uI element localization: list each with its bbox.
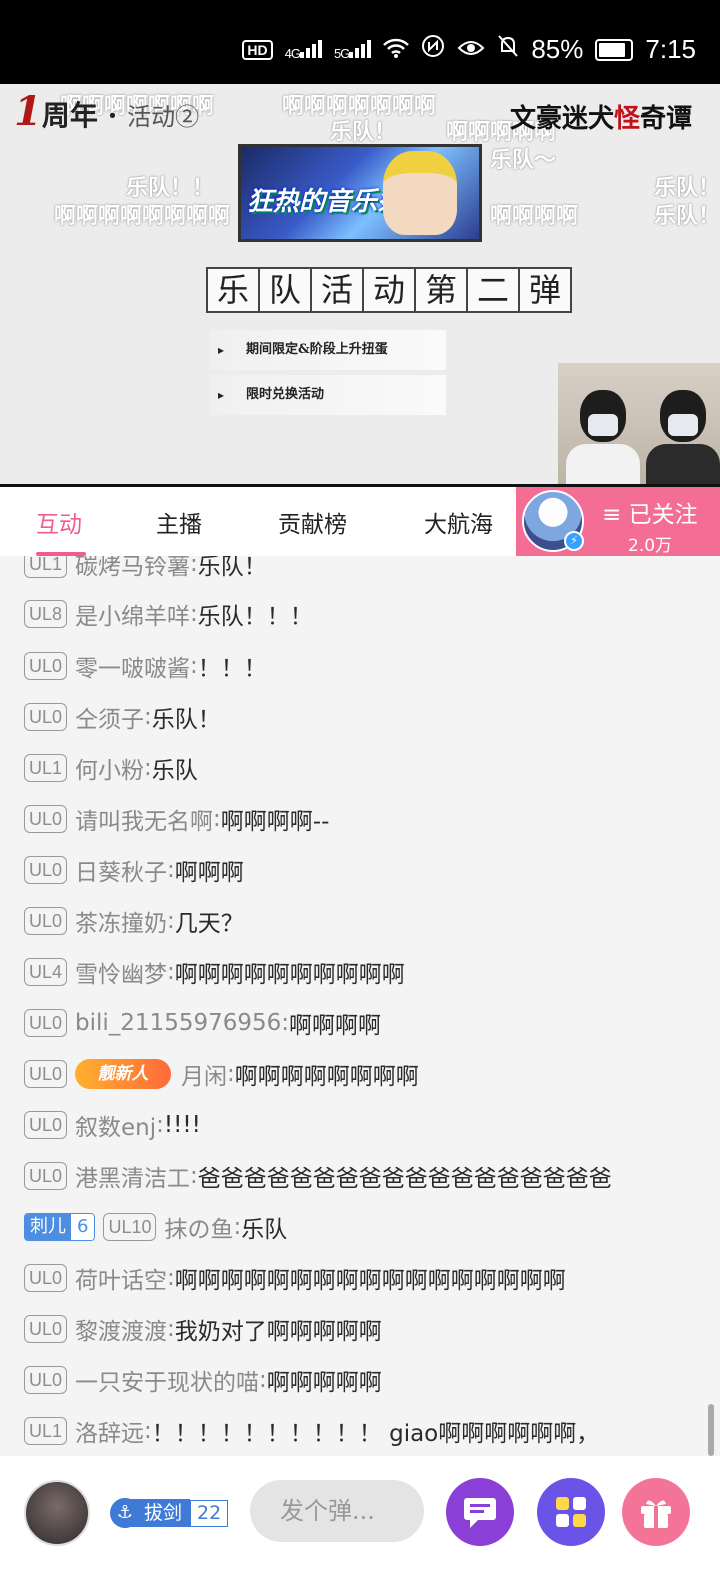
anniversary-logo: 1周年 · 活动②: [14, 88, 200, 135]
mute-icon: [497, 34, 519, 65]
chat-message: UL8 是小绵羊咩: 乐队！！！: [24, 594, 313, 634]
chat-username[interactable]: 雪怜幽梦: [75, 955, 167, 989]
chat-username[interactable]: 茶冻撞奶: [75, 904, 167, 938]
chat-message: UL0 请叫我无名啊: 啊啊啊啊--: [24, 799, 329, 839]
tab-interaction[interactable]: 互动: [36, 505, 82, 539]
chat-username[interactable]: 碳烤马铃薯: [75, 556, 190, 581]
chat-username[interactable]: 仝须子: [75, 700, 144, 734]
streamer-person: [566, 390, 640, 484]
slide-item: 期间限定&阶段上升扭蛋: [210, 330, 446, 370]
chat-username[interactable]: 零一啵啵酱: [75, 649, 190, 683]
chat-message: UL0 仝须子: 乐队！: [24, 697, 221, 737]
live-video-player[interactable]: 啊啊啊啊啊啊啊 啊啊啊啊啊啊啊 乐队！ 啊啊啊啊啊 乐队～ 乐队！！ 啊啊啊啊啊…: [0, 84, 720, 484]
apps-icon: [556, 1497, 586, 1527]
chat-message: UL0 黎渡渡渡: 我奶对了啊啊啊啊啊: [24, 1309, 382, 1349]
chat-scrollbar[interactable]: [708, 1404, 714, 1456]
hd-indicator: HD: [242, 39, 273, 60]
chat-username[interactable]: bili_21155976956: [75, 1010, 281, 1036]
follow-button[interactable]: ⚡ ≡ 已关注 2.0万: [516, 487, 720, 556]
follower-count: 2.0万: [628, 536, 673, 556]
my-fan-medal[interactable]: ⚓ 拔剑 22: [110, 1498, 229, 1528]
clock: 7:15: [645, 34, 696, 64]
chat-message: UL4 雪怜幽梦: 啊啊啊啊啊啊啊啊啊啊: [24, 952, 405, 992]
message-icon: [464, 1498, 496, 1528]
follow-label: ≡ 已关注: [602, 502, 698, 528]
chat-list[interactable]: UL1 碳烤马铃薯: 乐队！ UL8 是小绵羊咩: 乐队！！！ UL0 零一啵啵酱: …: [0, 556, 720, 1456]
chat-message: UL0 日葵秋子: 啊啊啊: [24, 850, 244, 890]
chat-username[interactable]: 日葵秋子: [75, 853, 167, 887]
status-bar: HD 4G 5G 85% 7:15: [0, 0, 720, 84]
chat-username[interactable]: 洛辞远: [75, 1414, 144, 1448]
tab-contribution-rank[interactable]: 贡献榜: [278, 505, 347, 539]
my-avatar[interactable]: [24, 1480, 90, 1546]
chat-username[interactable]: 请叫我无名啊: [75, 802, 213, 836]
chat-username[interactable]: 一只安于现状的喵: [75, 1363, 259, 1397]
chat-message: UL1 何小粉: 乐队: [24, 748, 198, 788]
tab-streamer[interactable]: 主播: [156, 505, 202, 539]
overlay-danmaku: 乐队！: [654, 204, 720, 229]
eye-icon: [457, 34, 485, 65]
verified-icon: ⚡: [564, 531, 584, 551]
character-art: [383, 151, 457, 235]
battery-icon: [595, 38, 634, 61]
new-user-badge: 靓新人: [75, 1059, 172, 1089]
event-banner: 狂热的音乐祭: [238, 144, 482, 242]
cell-signal-2: 5G: [334, 34, 372, 65]
chat-message: UL0 bili_21155976956: 啊啊啊啊: [24, 1003, 381, 1043]
gift-icon: [641, 1500, 671, 1528]
chat-username[interactable]: 叙数enj: [75, 1108, 156, 1142]
chat-message: UL0 一只安于现状的喵: 啊啊啊啊啊: [24, 1360, 382, 1400]
overlay-danmaku: 啊啊啊啊: [490, 204, 579, 229]
chat-message: UL0 茶冻撞奶: 几天？: [24, 901, 244, 941]
game-logo: 文豪迷犬怪奇谭: [509, 104, 692, 134]
overlay-danmaku: 乐队！: [330, 120, 397, 145]
streamer-person: [646, 390, 720, 484]
danmaku-input[interactable]: 发个弹...: [250, 1480, 424, 1542]
slide-item: 限时兑换活动: [210, 375, 446, 415]
chat-username[interactable]: 是小绵羊咩: [75, 597, 190, 631]
bottom-bar: ⚓ 拔剑 22 发个弹...: [0, 1456, 720, 1584]
tab-guard[interactable]: 大航海: [424, 505, 493, 539]
overlay-danmaku: 啊啊啊啊啊啊啊啊: [54, 204, 231, 229]
chat-username[interactable]: 抹の鱼: [164, 1210, 233, 1244]
chat-username[interactable]: 月闲: [181, 1057, 227, 1091]
chat-username[interactable]: 黎渡渡渡: [75, 1312, 167, 1346]
chat-username[interactable]: 荷叶话空: [75, 1261, 167, 1295]
streamer-camera: [558, 363, 720, 484]
message-button[interactable]: [446, 1478, 514, 1546]
chat-message: UL0 零一啵啵酱: ！！！: [24, 646, 267, 686]
anchor-icon: ⚓: [110, 1498, 140, 1528]
chat-message: UL1 洛辞远: ！！！！！！！！！！ giao啊啊啊啊啊啊，: [24, 1411, 599, 1451]
chat-message: UL0 港黑清洁工: 爸爸爸爸爸爸爸爸爸爸爸爸爸爸爸爸爸爸: [24, 1156, 612, 1196]
chat-message: 刺儿 6 UL10 抹の鱼: 乐队: [24, 1207, 287, 1247]
chat-username[interactable]: 何小粉: [75, 751, 144, 785]
chat-message: UL1 碳烤马铃薯: 乐队！: [24, 556, 267, 584]
chat-message: UL0 叙数enj: !!!!: [24, 1105, 201, 1145]
overlay-danmaku: 乐队～: [490, 148, 557, 173]
cell-signal-1: 4G: [285, 34, 322, 65]
apps-button[interactable]: [537, 1478, 605, 1546]
chat-username[interactable]: 港黑清洁工: [75, 1159, 190, 1193]
nfc-icon: [421, 34, 445, 65]
room-tabs: 互动 主播 贡献榜 大航海 ⚡ ≡ 已关注 2.0万: [0, 484, 720, 556]
event-title: 乐队活动第二弹: [206, 267, 572, 313]
chat-message: UL0 荷叶话空: 啊啊啊啊啊啊啊啊啊啊啊啊啊啊啊啊啊: [24, 1258, 566, 1298]
battery-percent: 85%: [531, 34, 584, 64]
gift-button[interactable]: [622, 1478, 690, 1546]
wifi-icon: [383, 34, 410, 65]
fan-medal: 刺儿 6: [24, 1213, 96, 1241]
chat-message: UL0 靓新人 月闲: 啊啊啊啊啊啊啊啊: [24, 1054, 419, 1094]
